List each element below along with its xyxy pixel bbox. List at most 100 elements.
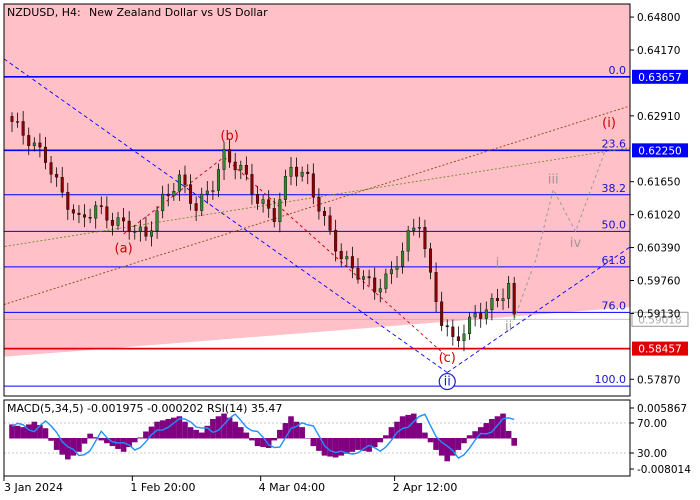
candle-bull (389, 269, 393, 275)
candle-bear (110, 220, 114, 226)
y-axis-tick-label: 0.64170 (637, 45, 680, 57)
candle-bull (200, 193, 204, 211)
candle-bear (451, 326, 455, 337)
candle-bull (32, 142, 36, 146)
macd-histogram-bar (198, 432, 205, 439)
macd-histogram-bar (9, 424, 15, 439)
macd-histogram-bar (344, 438, 350, 454)
candle-bull (462, 333, 466, 342)
candle-bear (105, 206, 109, 221)
y-axis-tick-label: 0.62910 (637, 111, 680, 123)
candle-bear (49, 162, 53, 175)
fib-level-label: 0.0 (609, 64, 627, 77)
candle-bear (373, 277, 377, 293)
wave-label: (i) (602, 116, 616, 131)
candle-bear (317, 196, 321, 212)
candle-bear (272, 208, 276, 223)
candle-bear (144, 226, 148, 237)
y-axis-tick-label: 0.61020 (637, 210, 680, 222)
candle-bull (172, 191, 176, 197)
candle-bull (507, 283, 511, 299)
fib-level-label: 61.8 (602, 254, 627, 267)
macd-histogram-bar (65, 438, 71, 460)
macd-histogram-bar (187, 427, 194, 439)
candle-bull (401, 250, 405, 267)
macd-histogram-bar (293, 421, 300, 439)
candle-bear (334, 229, 338, 252)
candle-bull (94, 205, 98, 219)
candle-bear (166, 193, 170, 197)
macd-histogram-bar (98, 438, 105, 441)
macd-histogram-bar (500, 413, 506, 439)
macd-histogram-bar (416, 423, 423, 439)
macd-histogram-bar (332, 438, 339, 458)
x-axis-tick-label: 1 Feb 20:00 (130, 481, 195, 494)
macd-histogram-bar (14, 425, 21, 439)
macd-histogram-bar (410, 413, 417, 439)
macd-histogram-bar (349, 438, 356, 452)
macd-histogram-bar (249, 438, 255, 441)
y-axis-tick-label: 0.61650 (637, 177, 680, 189)
wave-label: i (496, 256, 500, 271)
macd-axis-tick-label: -0.008014 (637, 464, 691, 476)
wave-label: ii (444, 375, 451, 390)
candle-bull (239, 164, 243, 171)
fib-level-label: 76.0 (602, 299, 627, 312)
candle-bear (311, 173, 315, 198)
candle-bull (406, 230, 410, 252)
candle-bull (412, 227, 416, 231)
macd-histogram-bar (299, 427, 305, 439)
candle-bear (495, 298, 499, 302)
candle-bear (71, 209, 75, 214)
candle-bear (10, 116, 14, 122)
candle-bull (395, 266, 399, 270)
candle-bull (177, 174, 181, 192)
candle-bear (122, 217, 126, 222)
macd-histogram-bar (282, 423, 289, 439)
macd-histogram-bar (461, 438, 467, 444)
candle-bull (222, 149, 226, 170)
candle-bear (27, 135, 31, 146)
fib-zone-area (4, 4, 630, 357)
candle-bear (350, 256, 354, 269)
candle-bear (267, 199, 271, 209)
macd-histogram-bar (466, 435, 473, 439)
y-axis-tick-label: 0.59760 (637, 275, 680, 287)
support-price-tag-label: 0.58457 (638, 344, 681, 356)
macd-histogram-bar (20, 427, 26, 439)
candle-bear (38, 142, 42, 148)
y-axis-tick-label: 0.59130 (637, 308, 680, 320)
price-tag-label: 0.63657 (638, 72, 681, 84)
candle-bear (256, 194, 260, 204)
candle-bull (501, 298, 505, 302)
candle-bear (295, 166, 299, 177)
macd-histogram-bar (182, 421, 188, 439)
candle-bull (378, 288, 382, 293)
candle-bear (83, 214, 87, 218)
macd-histogram-bar (433, 438, 439, 450)
candle-bull (417, 226, 421, 229)
candle-bear (228, 149, 232, 163)
candle-bear (322, 211, 326, 216)
macd-histogram-bar (377, 438, 384, 443)
candle-bull (490, 298, 494, 311)
candle-bear (356, 267, 360, 280)
macd-histogram-bar (383, 435, 389, 439)
candle-bear (367, 276, 371, 279)
macd-axis-tick-label: 30.00 (637, 448, 667, 460)
macd-histogram-bar (193, 429, 199, 439)
macd-histogram-bar (81, 438, 88, 444)
macd-histogram-bar (131, 438, 138, 443)
candle-bear (233, 161, 237, 171)
candle-bear (250, 174, 254, 195)
x-axis-tick-label: 3 Jan 2024 (4, 481, 63, 494)
macd-histogram-bar (422, 432, 428, 439)
chart-root: 0.0 23.6 38.2 50.0 61.8 76.0 100.0 (a) (b) (c) ii… (0, 0, 700, 500)
wave-label: iii (548, 172, 559, 187)
macd-histogram-bar (232, 421, 238, 439)
fib-level-label: 50.0 (602, 218, 627, 231)
y-axis-tick-label: 0.60390 (637, 243, 680, 255)
wave-label: iv (570, 236, 582, 251)
candle-bear (306, 171, 310, 174)
candle-bull (384, 273, 388, 289)
